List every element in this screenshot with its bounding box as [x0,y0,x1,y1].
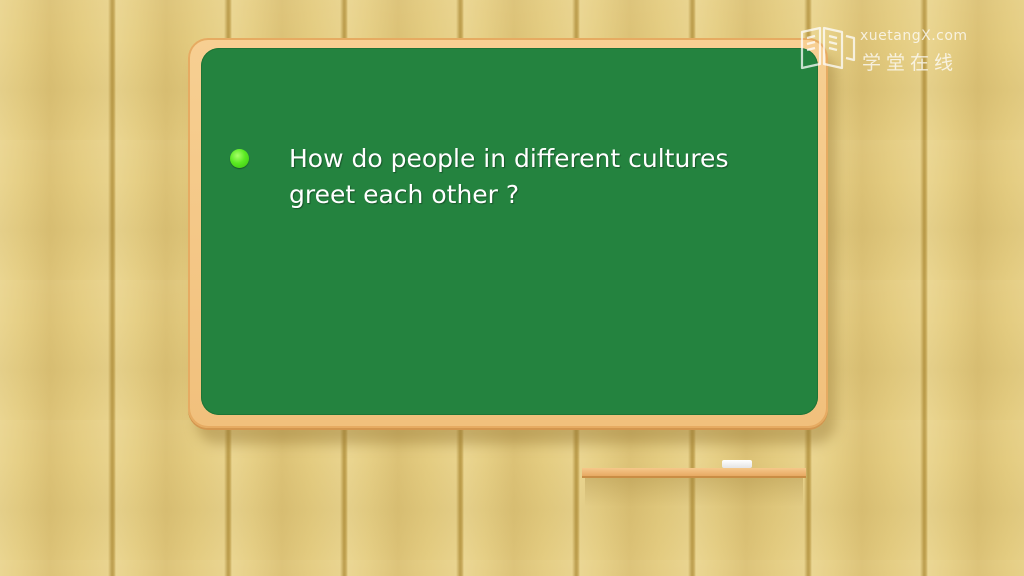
chalk-piece [722,460,752,468]
question-line-2: greet each other ? [289,180,520,209]
bullet-dot-icon [230,149,249,168]
watermark: xuetangX.com 学堂在线 [798,24,988,74]
chalk-ledge-shadow [585,477,803,507]
watermark-brand-cn: 学堂在线 [862,52,959,74]
question-line-1: How do people in different cultures [289,144,729,173]
chalk-ledge [582,468,806,476]
video-frame: How do people in different cultures gree… [0,0,1024,576]
watermark-brand: xuetangX.com [860,28,968,44]
blackboard [201,48,818,415]
book-logo-icon [800,26,856,70]
question-text: How do people in different cultures gree… [289,141,799,213]
